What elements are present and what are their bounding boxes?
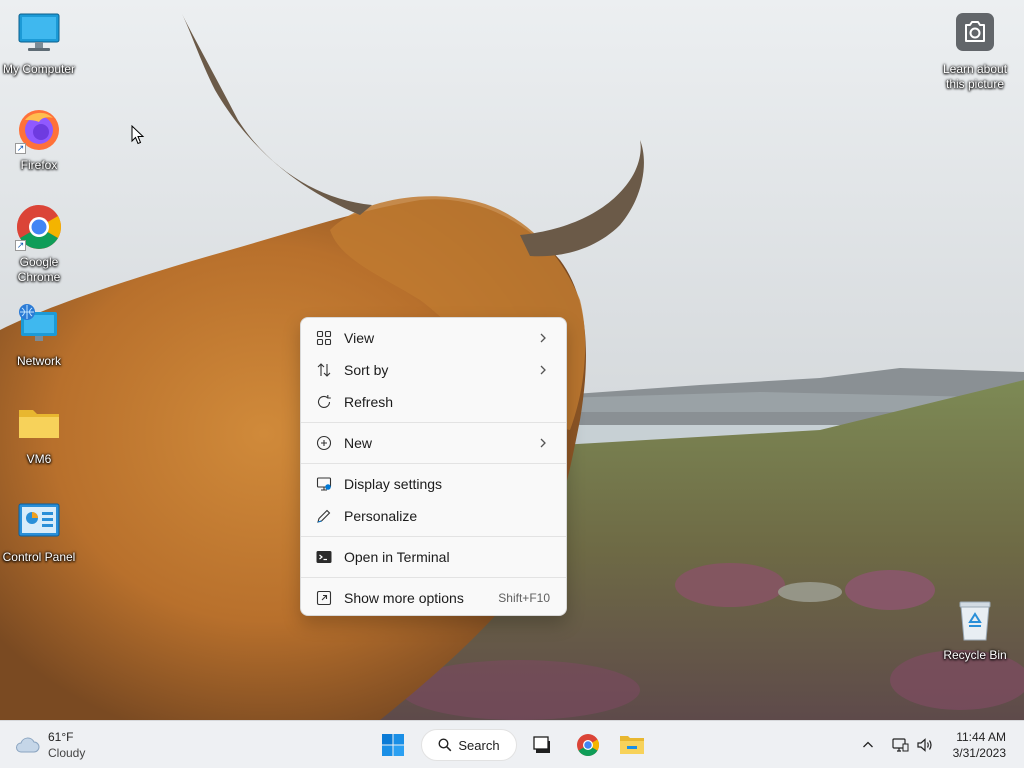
- menu-item-new[interactable]: New: [301, 427, 566, 459]
- control-panel-icon: [15, 498, 63, 546]
- menu-item-sort-by[interactable]: Sort by: [301, 354, 566, 386]
- desktop-icon-recycle-bin[interactable]: Recycle Bin: [936, 596, 1014, 663]
- start-button[interactable]: [377, 729, 409, 761]
- desktop-icon-firefox[interactable]: ↗ Firefox: [0, 106, 78, 173]
- camera-icon: [951, 10, 999, 58]
- mouse-cursor-icon: [131, 125, 145, 145]
- grid-icon: [315, 329, 333, 347]
- desktop-context-menu: View Sort by Refresh New Display setting…: [300, 317, 567, 616]
- desktop-icon-label: Firefox: [20, 158, 58, 172]
- file-explorer-icon: [620, 736, 644, 754]
- taskbar-search-button[interactable]: Search: [421, 729, 517, 761]
- folder-icon: [15, 400, 63, 448]
- desktop-icon-label: Google Chrome: [17, 255, 61, 284]
- menu-separator: [301, 463, 566, 464]
- chrome-icon: [577, 734, 599, 756]
- menu-item-label: Open in Terminal: [344, 549, 450, 565]
- menu-separator: [301, 536, 566, 537]
- menu-item-label: New: [344, 435, 373, 451]
- chevron-right-icon: [540, 438, 546, 448]
- speaker-icon: [917, 738, 932, 752]
- desktop-icon-network[interactable]: Network: [0, 302, 78, 369]
- desktop-icon-google-chrome[interactable]: ↗ Google Chrome: [0, 203, 78, 285]
- chrome-icon: ↗: [15, 203, 63, 251]
- network-icon: [15, 302, 63, 350]
- menu-item-label: Sort by: [344, 362, 389, 378]
- search-label: Search: [458, 737, 500, 753]
- windows-logo-icon: [382, 734, 404, 756]
- taskbar-file-explorer-button[interactable]: [616, 729, 648, 761]
- menu-item-label: Personalize: [344, 508, 418, 524]
- menu-item-view[interactable]: View: [301, 322, 566, 354]
- menu-item-refresh[interactable]: Refresh: [301, 386, 566, 418]
- chevron-right-icon: [540, 333, 546, 343]
- menu-separator: [301, 422, 566, 423]
- menu-separator: [301, 577, 566, 578]
- volume-button[interactable]: [914, 729, 936, 761]
- refresh-icon: [315, 393, 333, 411]
- desktop-icon-vm6[interactable]: VM6: [0, 400, 78, 467]
- menu-item-show-more-options[interactable]: Show more options Shift+F10: [301, 582, 566, 614]
- clock-time: 11:44 AM: [956, 730, 1006, 744]
- network-status-button[interactable]: [889, 729, 911, 761]
- menu-item-display-settings[interactable]: Display settings: [301, 468, 566, 500]
- task-view-button[interactable]: [526, 729, 558, 761]
- pen-icon: [315, 507, 333, 525]
- desktop-icon-label: Control Panel: [2, 550, 76, 564]
- terminal-icon: [315, 548, 333, 566]
- display-settings-icon: [315, 475, 333, 493]
- desktop-icon-control-panel[interactable]: Control Panel: [0, 498, 78, 565]
- desktop-icon-my-computer[interactable]: My Computer: [0, 10, 78, 77]
- cloud-icon: [16, 737, 40, 753]
- chevron-right-icon: [540, 365, 546, 375]
- desktop-icon-learn-about-picture[interactable]: Learn about this picture: [936, 10, 1014, 92]
- task-view-icon: [533, 736, 550, 753]
- desktop-icon-label: Recycle Bin: [943, 648, 1007, 662]
- clock[interactable]: 11:44 AM 3/31/2023: [953, 727, 1006, 763]
- keyboard-shortcut: Shift+F10: [498, 591, 550, 605]
- menu-item-label: Refresh: [344, 394, 394, 410]
- chevron-up-icon: [863, 741, 873, 748]
- menu-item-label: View: [344, 330, 375, 346]
- clock-date: 3/31/2023: [952, 746, 1006, 760]
- shortcut-arrow-icon: ↗: [15, 240, 26, 251]
- weather-condition: Cloudy: [48, 746, 86, 760]
- weather-widget[interactable]: 61°F Cloudy: [14, 727, 85, 763]
- network-status-icon: [892, 738, 909, 752]
- taskbar: 61°F Cloudy Search 11:44 AM 3/31/2023: [0, 720, 1024, 768]
- menu-item-personalize[interactable]: Personalize: [301, 500, 566, 532]
- shortcut-arrow-icon: ↗: [15, 143, 26, 154]
- desktop-icon-label: Learn about this picture: [942, 62, 1008, 91]
- taskbar-chrome-button[interactable]: [572, 729, 604, 761]
- recycle-bin-icon: [951, 596, 999, 644]
- menu-item-label: Display settings: [344, 476, 443, 492]
- menu-item-label: Show more options: [344, 590, 464, 606]
- add-circle-icon: [315, 434, 333, 452]
- menu-item-open-in-terminal[interactable]: Open in Terminal: [301, 541, 566, 573]
- firefox-icon: ↗: [15, 106, 63, 154]
- desktop-icon-label: VM6: [26, 452, 52, 466]
- more-options-icon: [315, 589, 333, 607]
- monitor-icon: [15, 10, 63, 58]
- search-icon: [438, 738, 452, 752]
- show-hidden-icons-button[interactable]: [856, 729, 880, 761]
- sort-icon: [315, 361, 333, 379]
- weather-temperature: 61°F: [48, 730, 74, 744]
- desktop-icon-label: My Computer: [2, 62, 76, 76]
- desktop-icon-label: Network: [16, 354, 61, 368]
